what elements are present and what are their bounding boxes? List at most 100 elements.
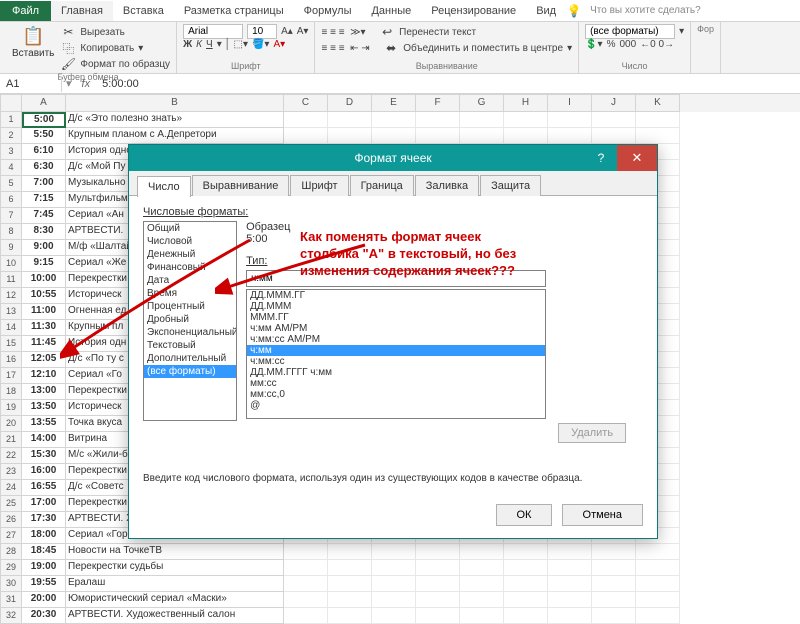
col-header[interactable]: I bbox=[548, 94, 592, 112]
number-format-combo[interactable] bbox=[585, 24, 675, 39]
row-header[interactable]: 6 bbox=[0, 192, 22, 208]
cell[interactable] bbox=[284, 592, 328, 608]
category-item[interactable]: Финансовый bbox=[144, 261, 236, 274]
cell[interactable] bbox=[504, 608, 548, 624]
row-header[interactable]: 28 bbox=[0, 544, 22, 560]
cut-button[interactable]: ✂Вырезать bbox=[60, 24, 170, 40]
cell[interactable]: 19:00 bbox=[22, 560, 66, 576]
row-header[interactable]: 32 bbox=[0, 608, 22, 624]
tab-alignment[interactable]: Выравнивание bbox=[192, 175, 290, 196]
merge-center[interactable]: Объединить и поместить в центре bbox=[403, 43, 563, 54]
cell[interactable]: 6:30 bbox=[22, 160, 66, 176]
inc-dec-icon[interactable]: ←0 0→ bbox=[640, 39, 674, 50]
cell[interactable] bbox=[416, 112, 460, 128]
col-header[interactable]: B bbox=[66, 94, 284, 112]
help-button[interactable]: ? bbox=[585, 145, 617, 171]
wrap-text[interactable]: Перенести текст bbox=[399, 27, 476, 38]
cell[interactable]: 10:55 bbox=[22, 288, 66, 304]
format-item[interactable]: ДД.МММ.ГГ bbox=[247, 290, 545, 301]
category-item[interactable]: Дробный bbox=[144, 313, 236, 326]
category-item[interactable]: Экспоненциальный bbox=[144, 326, 236, 339]
cell[interactable]: 18:45 bbox=[22, 544, 66, 560]
category-item[interactable]: Числовой bbox=[144, 235, 236, 248]
category-item[interactable]: Общий bbox=[144, 222, 236, 235]
row-header[interactable]: 12 bbox=[0, 288, 22, 304]
cell[interactable] bbox=[328, 112, 372, 128]
cell[interactable] bbox=[504, 576, 548, 592]
cell[interactable] bbox=[328, 560, 372, 576]
cell[interactable]: 14:00 bbox=[22, 432, 66, 448]
tab-number[interactable]: Число bbox=[137, 176, 191, 197]
cell[interactable] bbox=[372, 112, 416, 128]
col-header[interactable]: H bbox=[504, 94, 548, 112]
cell[interactable] bbox=[284, 560, 328, 576]
tab-font[interactable]: Шрифт bbox=[290, 175, 348, 196]
category-list[interactable]: ОбщийЧисловойДенежныйФинансовыйДатаВремя… bbox=[143, 221, 237, 421]
cell[interactable]: 20:00 bbox=[22, 592, 66, 608]
col-header[interactable]: C bbox=[284, 94, 328, 112]
cell[interactable] bbox=[416, 128, 460, 144]
row-header[interactable]: 18 bbox=[0, 384, 22, 400]
format-painter[interactable]: 🖌Формат по образцу bbox=[60, 56, 170, 72]
cell[interactable]: АРТВЕСТИ. Художественный салон bbox=[66, 608, 284, 624]
cell[interactable] bbox=[592, 608, 636, 624]
tab-protection[interactable]: Защита bbox=[480, 175, 541, 196]
row-header[interactable]: 1 bbox=[0, 112, 22, 128]
cell[interactable]: 7:15 bbox=[22, 192, 66, 208]
fx-icon[interactable]: fx bbox=[76, 78, 97, 90]
format-item[interactable]: ч:мм:сс AM/PM bbox=[247, 334, 545, 345]
cell[interactable] bbox=[460, 608, 504, 624]
col-header[interactable]: F bbox=[416, 94, 460, 112]
cell[interactable] bbox=[460, 112, 504, 128]
category-item[interactable]: (все форматы) bbox=[144, 365, 236, 378]
row-header[interactable]: 15 bbox=[0, 336, 22, 352]
format-item[interactable]: ч:мм:сс bbox=[247, 356, 545, 367]
cell[interactable] bbox=[284, 112, 328, 128]
category-item[interactable]: Дата bbox=[144, 274, 236, 287]
row-header[interactable]: 30 bbox=[0, 576, 22, 592]
copy-button[interactable]: ⿻Копировать ▾ bbox=[60, 40, 170, 56]
cell[interactable]: 11:00 bbox=[22, 304, 66, 320]
cell[interactable]: 10:00 bbox=[22, 272, 66, 288]
cell[interactable] bbox=[372, 128, 416, 144]
cell[interactable] bbox=[636, 560, 680, 576]
cell[interactable]: 6:10 bbox=[22, 144, 66, 160]
cell[interactable]: Крупным планом с А.Депретори bbox=[66, 128, 284, 144]
row-header[interactable]: 2 bbox=[0, 128, 22, 144]
row-header[interactable]: 20 bbox=[0, 416, 22, 432]
tab-home[interactable]: Главная bbox=[51, 1, 113, 21]
cell[interactable]: 7:00 bbox=[22, 176, 66, 192]
dropdown-icon[interactable]: ▾ bbox=[62, 77, 76, 90]
cell[interactable] bbox=[328, 608, 372, 624]
col-header[interactable]: G bbox=[460, 94, 504, 112]
row-header[interactable]: 22 bbox=[0, 448, 22, 464]
cell[interactable] bbox=[284, 576, 328, 592]
cell[interactable] bbox=[636, 608, 680, 624]
category-item[interactable]: Денежный bbox=[144, 248, 236, 261]
col-header[interactable]: A bbox=[22, 94, 66, 112]
row-header[interactable]: 23 bbox=[0, 464, 22, 480]
row-header[interactable]: 19 bbox=[0, 400, 22, 416]
cell[interactable] bbox=[504, 544, 548, 560]
cell[interactable] bbox=[504, 128, 548, 144]
delete-button[interactable]: Удалить bbox=[558, 423, 626, 443]
row-header[interactable]: 16 bbox=[0, 352, 22, 368]
cell[interactable] bbox=[416, 592, 460, 608]
cell[interactable] bbox=[636, 112, 680, 128]
cell[interactable] bbox=[548, 128, 592, 144]
cell[interactable]: 12:05 bbox=[22, 352, 66, 368]
row-header[interactable]: 10 bbox=[0, 256, 22, 272]
cell[interactable]: 11:30 bbox=[22, 320, 66, 336]
cancel-button[interactable]: Отмена bbox=[562, 504, 643, 526]
tab-formulas[interactable]: Формулы bbox=[294, 1, 362, 21]
cell[interactable] bbox=[416, 560, 460, 576]
cell[interactable] bbox=[548, 592, 592, 608]
cell[interactable] bbox=[548, 112, 592, 128]
row-header[interactable]: 25 bbox=[0, 496, 22, 512]
tab-insert[interactable]: Вставка bbox=[113, 1, 174, 21]
cell[interactable]: 9:15 bbox=[22, 256, 66, 272]
tell-me[interactable]: Что вы хотите сделать? bbox=[582, 5, 709, 16]
cell[interactable]: 9:00 bbox=[22, 240, 66, 256]
category-item[interactable]: Текстовый bbox=[144, 339, 236, 352]
percent-icon[interactable]: % bbox=[607, 39, 616, 50]
